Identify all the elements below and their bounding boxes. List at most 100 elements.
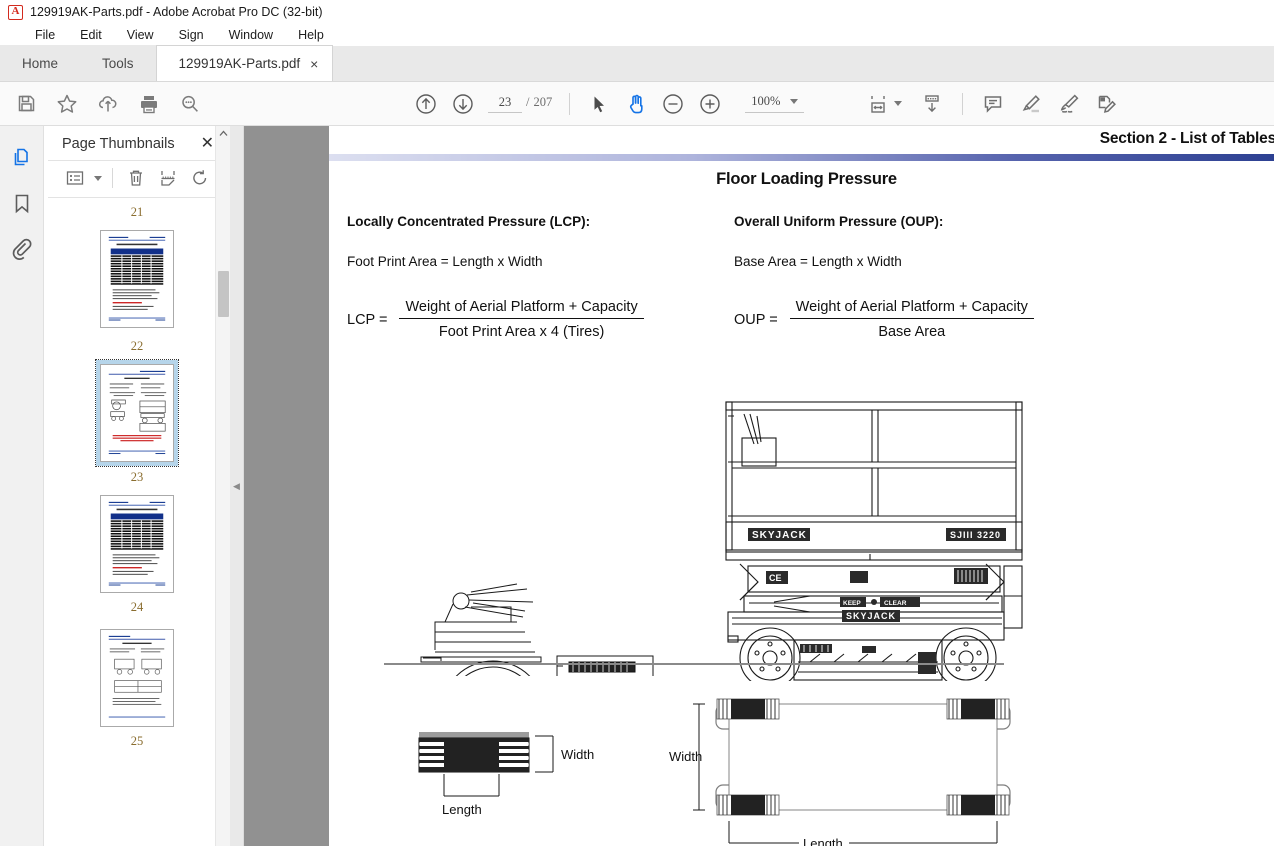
toolbar-right-group (862, 88, 1123, 120)
thumbnail-options-icon[interactable] (62, 165, 88, 191)
fit-page-chevron-down-icon[interactable] (894, 101, 902, 106)
select-tool-icon[interactable] (583, 88, 615, 120)
zoom-level-value: 100% (751, 94, 781, 108)
scroll-up-arrow-icon[interactable] (216, 126, 230, 141)
page-thumbnails-icon[interactable] (6, 142, 38, 174)
thumbnail-wrapper-selected[interactable] (95, 359, 179, 467)
panel-toolbar (48, 160, 226, 198)
upload-to-cloud-icon[interactable] (92, 88, 124, 120)
fill-and-sign-icon[interactable] (1053, 88, 1085, 120)
toolbar-left-group (0, 88, 206, 120)
zoom-out-icon[interactable] (657, 88, 689, 120)
oup-formula-block: Overall Uniform Pressure (OUP): Base Are… (734, 214, 1134, 340)
zoom-in-icon[interactable] (694, 88, 726, 120)
lcp-heading: Locally Concentrated Pressure (LCP): (347, 214, 591, 229)
tab-home[interactable]: Home (0, 45, 81, 81)
base-width-label: Width (669, 749, 702, 764)
navigation-rail (0, 126, 44, 846)
footprint-length-label: Length (442, 802, 482, 817)
add-comment-icon[interactable] (977, 88, 1009, 120)
total-pages-label: 207 (533, 94, 553, 109)
options-chevron-down-icon[interactable] (94, 175, 102, 181)
save-file-icon[interactable] (10, 88, 42, 120)
menu-item-edit[interactable]: Edit (77, 27, 105, 43)
section-header-rule (329, 154, 1274, 161)
tab-tools[interactable]: Tools (80, 45, 156, 81)
rotate-pages-icon[interactable] (187, 165, 213, 191)
thumbnail-page-number: 23 (130, 470, 144, 484)
tab-strip: Home Tools 129919AK-Parts.pdf × (0, 45, 1274, 82)
print-file-icon[interactable] (133, 88, 165, 120)
add-to-favorites-icon[interactable] (51, 88, 83, 120)
lcp-numerator: Weight of Aerial Platform + Capacity (405, 299, 638, 315)
svg-text:KEEP: KEEP (843, 600, 861, 607)
menu-bar: File Edit View Sign Window Help (0, 24, 1274, 46)
thumbnail-wrapper[interactable] (96, 226, 178, 332)
highlight-text-icon[interactable] (1015, 88, 1047, 120)
chevron-down-icon[interactable] (790, 99, 799, 104)
thumbnail-wrapper[interactable] (96, 625, 178, 731)
tab-document-label: 129919AK-Parts.pdf (178, 56, 301, 71)
attachments-icon[interactable] (6, 234, 38, 266)
close-icon[interactable]: × (310, 57, 318, 71)
zoom-level-selector[interactable]: 100% (745, 94, 805, 113)
section-header-text: Section 2 - List of Tables (1099, 130, 1274, 147)
list-item[interactable]: 21 (44, 202, 230, 332)
current-page-input[interactable]: 23 (488, 95, 522, 113)
panel-title: Page Thumbnails (62, 136, 175, 152)
close-icon[interactable]: ✕ (199, 136, 216, 152)
fit-page-icon[interactable] (862, 88, 894, 120)
delete-pages-icon[interactable] (123, 165, 149, 191)
oup-lhs: OUP = (734, 311, 778, 328)
lcp-area-line: Foot Print Area = Length x Width (347, 254, 543, 269)
search-document-icon[interactable] (174, 88, 206, 120)
scroll-mode-icon[interactable] (916, 88, 948, 120)
thumbnail-wrapper[interactable] (96, 491, 178, 597)
scrollbar-thumb[interactable] (218, 271, 229, 317)
previous-page-icon[interactable] (410, 88, 442, 120)
lcp-lhs: LCP = (347, 311, 388, 328)
menu-item-help[interactable]: Help (295, 27, 327, 43)
menu-item-window[interactable]: Window (226, 27, 276, 43)
list-item[interactable]: 22 (44, 336, 230, 467)
toolbar-divider (569, 92, 571, 115)
tab-document[interactable]: 129919AK-Parts.pdf × (155, 45, 334, 81)
next-page-icon[interactable] (447, 88, 479, 120)
menu-item-view[interactable]: View (124, 27, 157, 43)
menu-item-file[interactable]: File (32, 27, 58, 43)
hand-tool-icon[interactable] (620, 88, 652, 120)
base-length-label: Length (803, 836, 843, 846)
thumbnails-scrollbar[interactable] (215, 126, 230, 846)
pdf-page-content: Section 2 - List of Tables Floor Loading… (329, 126, 1274, 846)
thumbnail-page-number-selected-wrap: 23 (44, 470, 230, 485)
bookmarks-icon[interactable] (6, 188, 38, 220)
thumbnail-page-21[interactable] (100, 230, 174, 328)
brand-lower-text: SKYJACK (846, 611, 896, 621)
thumbnail-page-23[interactable] (100, 364, 174, 462)
list-item[interactable]: 25 (44, 625, 230, 755)
oup-denominator: Base Area (878, 324, 946, 341)
page-number-field[interactable]: 23 / 207 (488, 95, 552, 113)
document-viewport[interactable]: Section 2 - List of Tables Floor Loading… (244, 126, 1274, 846)
edit-pdf-icon[interactable] (1091, 88, 1123, 120)
acrobat-logo-icon: A (8, 4, 23, 20)
section-header: Section 2 - List of Tables (329, 130, 1274, 161)
page-title: Floor Loading Pressure (716, 170, 897, 188)
thumbnail-page-24[interactable] (100, 495, 174, 593)
toolbar-center-group: 23 / 207 100% (410, 88, 805, 120)
app-body: Page Thumbnails ✕ 21 22 23 24 25 ◀ Secti… (0, 126, 1274, 846)
collapse-panel-arrow[interactable]: ◀ (230, 126, 244, 846)
menu-item-sign[interactable]: Sign (176, 27, 207, 43)
base-area-plan-diagram: Width Length (669, 691, 1039, 846)
page-separator: / (526, 94, 530, 109)
list-item[interactable]: 24 (44, 491, 230, 621)
thumbnail-page-number: 25 (130, 734, 144, 748)
window-title: 129919AK-Parts.pdf - Adobe Acrobat Pro D… (30, 5, 323, 19)
scissor-lift-side-view: SKYJACK SJIII 3220 SKYJACK CE KEEP CLEAR (714, 396, 1034, 689)
thumbnail-page-number: 21 (130, 205, 144, 219)
panel-header: Page Thumbnails ✕ (44, 126, 230, 160)
thumbnail-page-number: 24 (130, 600, 144, 614)
extract-pages-icon[interactable] (155, 165, 181, 191)
thumbnails-list[interactable]: 21 22 23 24 25 (44, 198, 230, 846)
thumbnail-page-25[interactable] (100, 629, 174, 727)
